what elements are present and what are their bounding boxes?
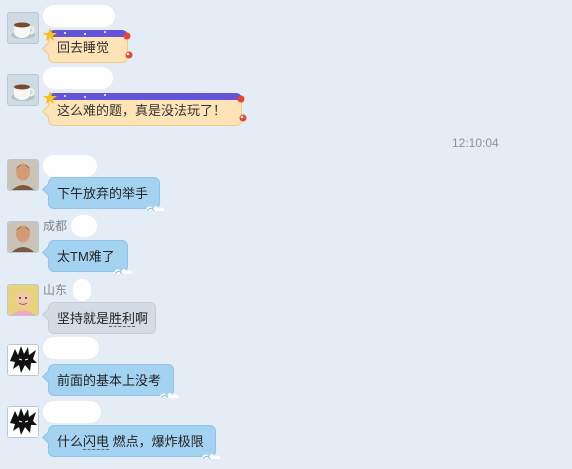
message-text-dashed[interactable]: 胜利: [109, 311, 136, 327]
name-redaction: [43, 337, 99, 359]
avatar-coffee[interactable]: [7, 12, 39, 44]
message-text: 前面的基本上没考: [57, 373, 162, 388]
message-bubble[interactable]: 太TM难了: [48, 240, 133, 275]
message-text-part: 啊: [135, 311, 149, 326]
decoration-dots-icon: [64, 31, 106, 35]
message-bubble[interactable]: 坚持就是胜利啊: [48, 302, 156, 334]
name-redaction: [43, 67, 113, 89]
message-text: 回去睡觉: [57, 40, 110, 55]
message-bubble[interactable]: 下午放弃的举手: [48, 177, 165, 212]
message-bubble[interactable]: 回去睡觉: [43, 28, 133, 63]
cherry-icon: [237, 95, 247, 122]
coffee-cup-icon: [8, 13, 38, 43]
name-redaction: [71, 215, 97, 237]
man-photo-icon: [8, 222, 38, 252]
avatar-baby[interactable]: [7, 284, 39, 316]
wave-icon: [145, 206, 165, 212]
avatar-man[interactable]: [7, 221, 39, 253]
timestamp: 12:10:04: [452, 136, 499, 150]
avatar-coffee[interactable]: [7, 74, 39, 106]
message-text: 下午放弃的举手: [57, 186, 149, 201]
message-text-part: 什么: [57, 434, 84, 449]
message-bubble[interactable]: 什么闪电 燃点，爆炸极限: [48, 425, 221, 460]
message-bubble[interactable]: 这么难的题，真是没法玩了！: [43, 91, 247, 126]
message-bubble[interactable]: 前面的基本上没考: [48, 364, 179, 399]
star-icon: [43, 91, 57, 104]
message-text-dashed[interactable]: 闪电: [83, 434, 110, 450]
wave-icon: [201, 454, 221, 460]
cherry-icon: [123, 32, 133, 59]
anime-spiky-hair-icon: [8, 407, 38, 437]
name-redaction: [73, 279, 91, 301]
coffee-cup-icon: [8, 75, 38, 105]
star-icon: [43, 28, 57, 41]
anime-spiky-hair-icon: [8, 345, 38, 375]
sender-name: 成都: [43, 215, 97, 237]
message-text: 太TM难了: [57, 249, 115, 264]
message-text-part: 坚持就是: [57, 311, 110, 326]
name-redaction: [43, 155, 97, 177]
message-text-part: 燃点，爆炸极限: [109, 434, 204, 449]
wave-icon: [159, 393, 179, 399]
message-text: 这么难的题，真是没法玩了！: [57, 103, 227, 118]
sender-name: 山东: [43, 279, 91, 301]
avatar-anime[interactable]: [7, 406, 39, 438]
baby-photo-icon: [8, 285, 38, 315]
name-redaction: [43, 401, 101, 423]
avatar-man[interactable]: [7, 159, 39, 191]
man-photo-icon: [8, 160, 38, 190]
decoration-dots-icon: [64, 94, 106, 98]
name-redaction: [43, 5, 115, 27]
avatar-anime[interactable]: [7, 344, 39, 376]
wave-icon: [113, 269, 133, 275]
